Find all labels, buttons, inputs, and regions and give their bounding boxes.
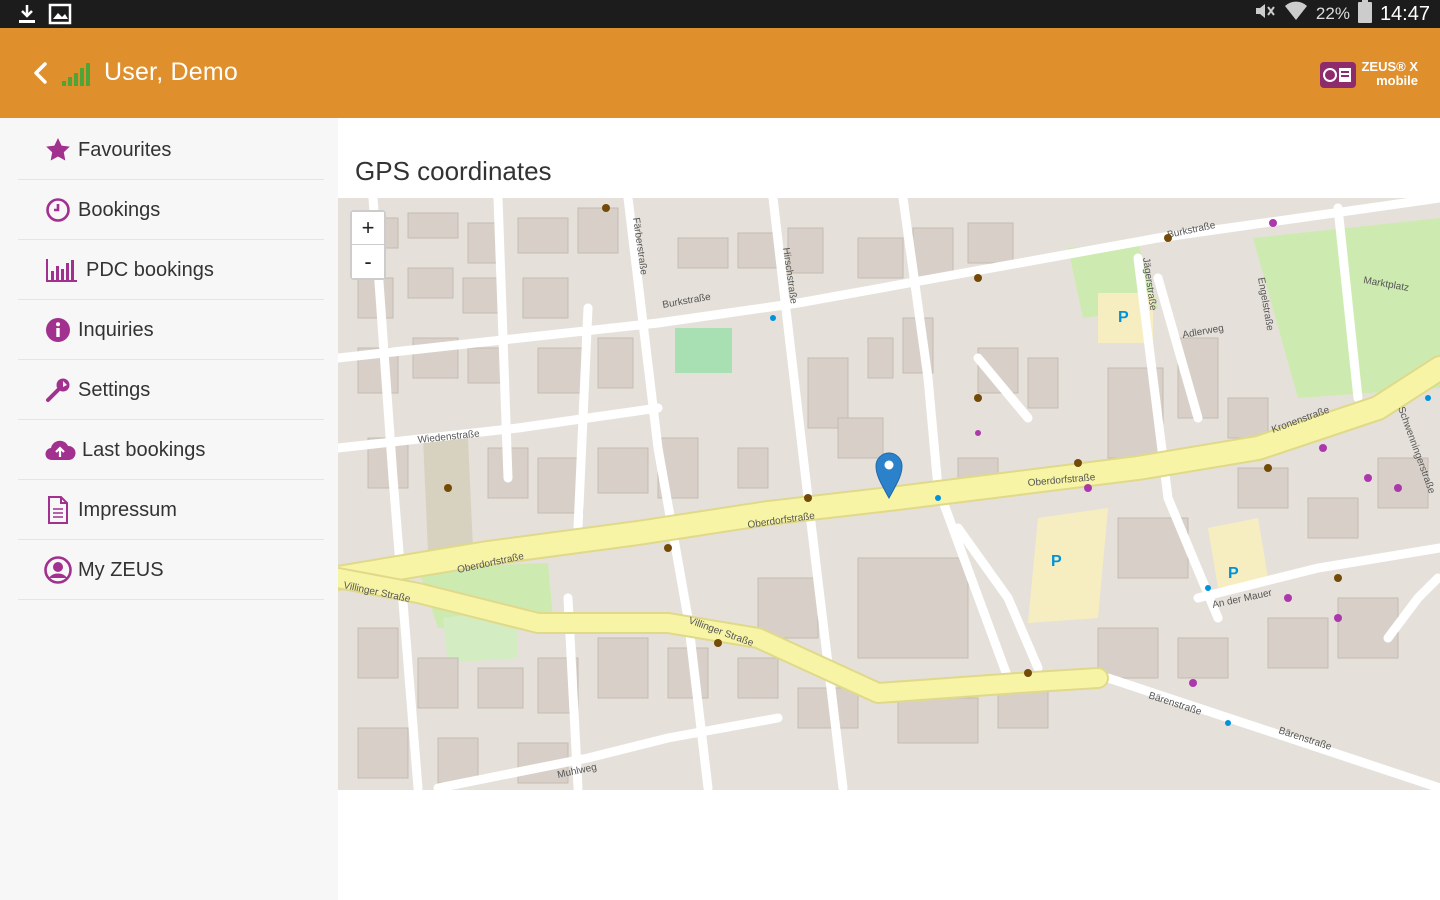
square-area [423,438,473,553]
section-heading: GPS coordinates [355,156,552,186]
svg-text:P: P [1118,309,1129,326]
sidebar-item-label: Impressum [78,498,177,521]
zeus-logo-icon [1320,62,1357,88]
battery-percent: 22% [1315,4,1350,23]
back-arrow-icon[interactable] [30,60,52,86]
battery-icon [1357,0,1372,29]
sidebar-item-bookings[interactable]: Bookings [18,181,324,240]
wifi-icon [1284,0,1308,28]
gps-map[interactable]: Burkstraße Burkstraße Oberdorfstraße Obe… [338,198,1440,790]
page-title: User, Demo [104,58,238,86]
sidebar-item-label: PDC bookings [86,258,214,281]
clock-time: 14:47 [1379,2,1430,25]
park-area [675,328,732,373]
user-icon [44,556,72,584]
download-icon [16,3,38,30]
logo-line1: ZEUS® X [1361,59,1418,74]
cloud-upload-icon [44,436,76,464]
zeus-logo: ZEUS® X mobile [1319,56,1418,92]
sidebar-item-settings[interactable]: Settings [18,361,324,420]
sidebar-item-label: Settings [78,378,151,401]
app-bar: User, Demo ZEUS® X mobile [0,28,1440,118]
sidebar-item-impressum[interactable]: Impressum [18,481,324,540]
logo-line2: mobile [1376,73,1418,88]
zoom-in-button[interactable]: + [352,212,384,245]
sidebar-item-label: Last bookings [82,438,206,461]
parking-area [1028,508,1108,623]
map-canvas[interactable]: Burkstraße Burkstraße Oberdorfstraße Obe… [338,198,1440,790]
zoom-out-button[interactable]: - [352,245,384,278]
map-zoom-control: + - [350,210,386,280]
info-icon [44,316,72,344]
sidebar-item-pdc-bookings[interactable]: PDC bookings [18,241,324,300]
svg-text:P: P [1228,565,1239,582]
sidebar-item-label: Favourites [78,138,172,161]
sidebar-item-label: Bookings [78,198,161,221]
status-bar: 22% 14:47 [0,0,1440,28]
bar-chart-icon [44,256,80,284]
sidebar-item-inquiries[interactable]: Inquiries [18,301,324,360]
connection-signal-icon [62,61,92,92]
sidebar-item-label: Inquiries [78,318,154,341]
mute-icon [1254,1,1276,27]
sidebar-item-last-bookings[interactable]: Last bookings [18,421,324,480]
svg-text:P: P [1051,553,1062,570]
image-icon [48,3,72,30]
star-icon [44,136,72,164]
wrench-icon [44,376,72,404]
clock-icon [44,196,72,224]
sidebar-menu: Favourites Bookings PDC bookings Inquiri… [0,118,338,900]
sidebar-item-my-zeus[interactable]: My ZEUS [18,541,324,600]
document-icon [44,496,72,524]
main-content: GPS coordinates Burkstraße Burkstraße Ob… [338,118,1440,900]
sidebar-item-favourites[interactable]: Favourites [18,121,324,180]
sidebar-item-label: My ZEUS [78,558,164,581]
